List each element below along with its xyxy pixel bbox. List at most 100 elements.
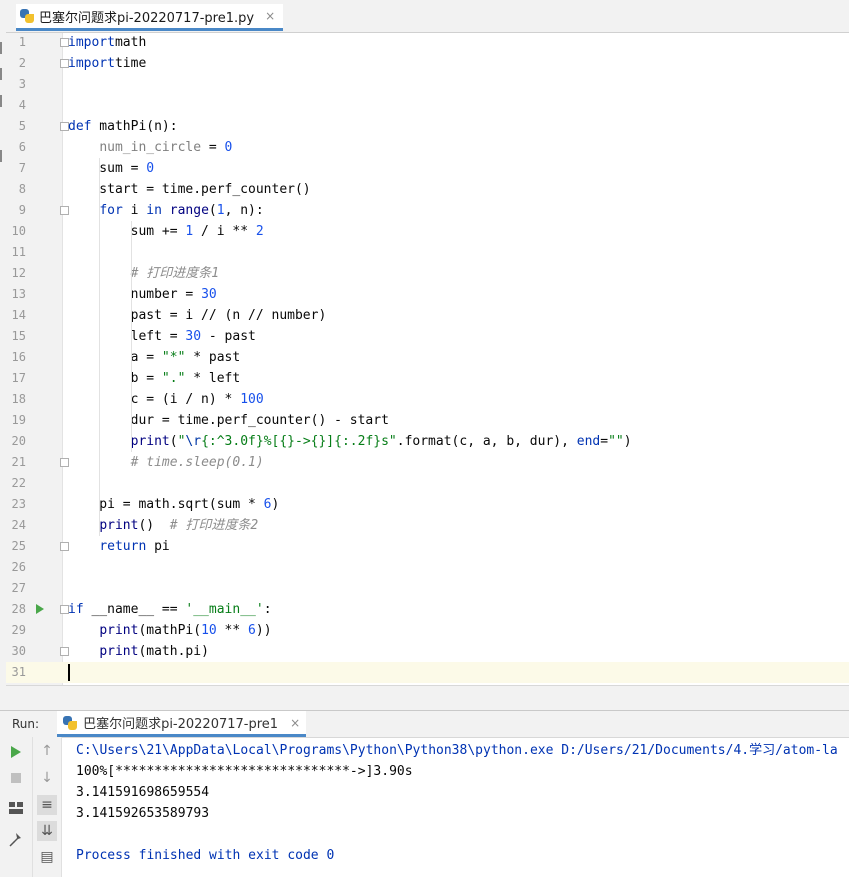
code-line[interactable]: 19 dur = time.perf_counter() - start: [6, 410, 849, 431]
code-token: in: [146, 203, 162, 218]
code-text: a = "*" * past: [68, 347, 241, 368]
code-token: (: [169, 434, 178, 449]
scroll-to-end-button[interactable]: ⇊: [37, 821, 57, 841]
code-line[interactable]: 27: [6, 578, 849, 599]
code-text: # 打印进度条1: [68, 263, 219, 284]
code-line[interactable]: 18 c = (i / n) * 100: [6, 389, 849, 410]
code-line[interactable]: 16 a = "*" * past: [6, 347, 849, 368]
line-number: 4: [18, 98, 26, 112]
code-line[interactable]: 28 if __name__ == '__main__':: [6, 599, 849, 620]
line-number: 21: [11, 455, 26, 469]
code-token: ): [271, 497, 280, 512]
code-text: sum = 0: [68, 158, 154, 179]
play-icon: [11, 746, 21, 758]
python-run-icon: [63, 715, 78, 730]
code-line[interactable]: 13 number = 30: [6, 284, 849, 305]
code-line[interactable]: 1 importmath: [6, 32, 849, 53]
scroll-end-icon: ⇊: [41, 823, 53, 839]
close-tab-icon[interactable]: ×: [265, 9, 275, 23]
indent-guide: [131, 221, 132, 452]
code-line[interactable]: 29 print(mathPi(10 ** 6)): [6, 620, 849, 641]
code-line[interactable]: 4: [6, 95, 849, 116]
code-line[interactable]: 2 importtime: [6, 53, 849, 74]
code-token: **: [216, 623, 249, 638]
line-number: 30: [11, 644, 26, 658]
code-line[interactable]: 25 return pi: [6, 536, 849, 557]
run-panel: Run: 巴塞尔问题求pi-20220717-pre1 × ↑ ↓ ≡ ⇊ ▤ …: [0, 710, 849, 877]
close-run-tab-icon[interactable]: ×: [290, 716, 300, 730]
rerun-button[interactable]: [6, 742, 26, 762]
code-token: 30: [185, 329, 202, 344]
scroll-up-button[interactable]: ↑: [37, 741, 57, 761]
soft-wrap-button[interactable]: ≡: [37, 795, 57, 815]
code-token: :: [263, 602, 272, 617]
code-token: ): [623, 434, 632, 449]
code-line[interactable]: 11: [6, 242, 849, 263]
console-line: Process finished with exit code 0: [76, 848, 335, 863]
code-line[interactable]: 21 # time.sleep(0.1): [6, 452, 849, 473]
code-line[interactable]: 6 num_in_circle = 0: [6, 137, 849, 158]
code-line[interactable]: 20 print("\r{:^3.0f}%[{}->{}]{:.2f}s".fo…: [6, 431, 849, 452]
code-text: c = (i / n) * 100: [68, 389, 264, 410]
code-token: * past: [185, 350, 241, 365]
code-token: 30: [201, 287, 217, 302]
code-token: dur = time.perf_counter() - start: [68, 413, 389, 428]
console-line: 100%[******************************->]3.…: [76, 764, 413, 779]
code-line[interactable]: 7 sum = 0: [6, 158, 849, 179]
line-number: 23: [11, 497, 26, 511]
run-config-tab[interactable]: 巴塞尔问题求pi-20220717-pre1 ×: [57, 711, 307, 737]
code-line[interactable]: 22: [6, 473, 849, 494]
code-text: [68, 662, 70, 683]
line-number: 31: [11, 665, 26, 679]
console-output[interactable]: C:\Users\21\AppData\Local\Programs\Pytho…: [76, 737, 849, 877]
print-button[interactable]: ▤: [37, 847, 57, 867]
code-token: c = (i / n) *: [68, 392, 241, 407]
code-line[interactable]: 30 print(math.pi): [6, 641, 849, 662]
code-editor[interactable]: 1 importmath 2 importtime 3 4 5 def mathPi(n): 6…: [6, 33, 849, 685]
code-text: return pi: [68, 536, 169, 557]
console-line: C:\Users\21\AppData\Local\Programs\Pytho…: [76, 743, 838, 758]
code-line[interactable]: 3: [6, 74, 849, 95]
arrow-down-icon: ↓: [41, 770, 53, 786]
code-token: num_in_circle: [99, 140, 202, 155]
run-gutter-icon[interactable]: [36, 604, 44, 614]
code-text: print(math.pi): [68, 641, 209, 662]
file-tab-label: 巴塞尔问题求pi-20220717-pre1.py: [39, 10, 255, 26]
code-token: 6: [248, 623, 256, 638]
scroll-down-button[interactable]: ↓: [37, 768, 57, 788]
file-tab[interactable]: 巴塞尔问题求pi-20220717-pre1.py ×: [16, 4, 284, 31]
line-number: 6: [18, 140, 26, 154]
code-token: number =: [68, 287, 202, 302]
code-line[interactable]: 5 def mathPi(n):: [6, 116, 849, 137]
line-number: 27: [11, 581, 26, 595]
code-token: import: [68, 56, 115, 71]
code-line[interactable]: 12 # 打印进度条1: [6, 263, 849, 284]
code-line[interactable]: 14 past = i // (n // number): [6, 305, 849, 326]
code-line[interactable]: 26: [6, 557, 849, 578]
code-line[interactable]: 31: [6, 662, 849, 683]
pin-button[interactable]: [6, 830, 26, 850]
line-number: 9: [18, 203, 26, 217]
code-token: 1: [216, 203, 225, 218]
code-line[interactable]: 17 b = "." * left: [6, 368, 849, 389]
code-line[interactable]: 24 print() # 打印进度条2: [6, 515, 849, 536]
code-token: time: [114, 56, 147, 71]
code-line[interactable]: 23 pi = math.sqrt(sum * 6): [6, 494, 849, 515]
line-number: 22: [11, 476, 26, 490]
code-token: # time.sleep(0.1): [130, 455, 264, 470]
code-token: 0: [146, 161, 155, 176]
code-line[interactable]: 8 start = time.perf_counter(): [6, 179, 849, 200]
code-line[interactable]: 9 for i in range(1, n):: [6, 200, 849, 221]
code-token: "": [608, 434, 624, 449]
code-text: past = i // (n // number): [68, 305, 327, 326]
code-text: num_in_circle = 0: [68, 137, 232, 158]
line-number: 13: [11, 287, 26, 301]
code-line[interactable]: 15 left = 30 - past: [6, 326, 849, 347]
line-number: 12: [11, 266, 26, 280]
code-token: if: [68, 602, 84, 617]
run-tab-label: 巴塞尔问题求pi-20220717-pre1: [83, 717, 279, 732]
layout-button[interactable]: [6, 798, 26, 818]
code-line[interactable]: 10 sum += 1 / i ** 2: [6, 221, 849, 242]
stop-button[interactable]: [6, 768, 26, 788]
